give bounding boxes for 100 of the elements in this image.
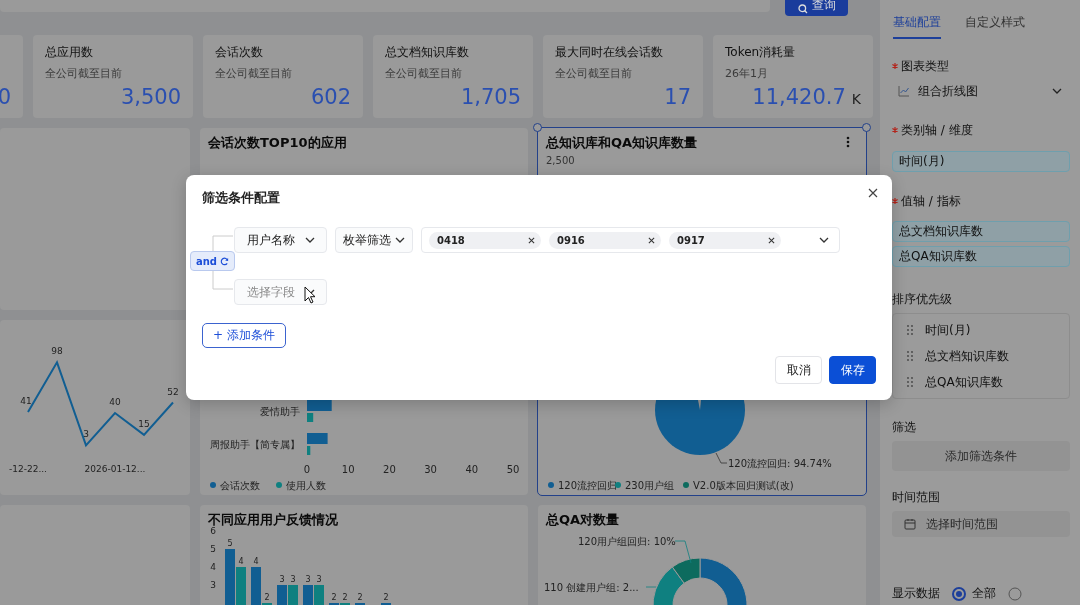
save-button[interactable]: 保存	[829, 356, 876, 384]
field-chip[interactable]: 总文档知识库数	[892, 221, 1070, 242]
field-select[interactable]: 选择字段	[234, 279, 327, 305]
legend-label: 会话次数	[220, 480, 260, 491]
chart-title: 不同应用用户反馈情况	[208, 511, 338, 527]
stat-value: 11,420.7	[752, 85, 846, 109]
legend-label: V2.0版本回归测试(改)	[693, 480, 794, 491]
data-label: 5	[227, 539, 233, 548]
tag-label: 0917	[677, 234, 705, 246]
section-label: 图表类型	[901, 57, 949, 75]
line-chart-icon	[898, 85, 910, 97]
chart-title: 总QA对数量	[546, 511, 620, 529]
axis-label: 3	[210, 580, 216, 590]
slice-label: 110 创建用户组: 2...	[544, 582, 639, 593]
stat-value: 1,705	[460, 85, 521, 109]
data-label: 98	[51, 346, 63, 357]
data-label: 3	[279, 575, 285, 584]
selection-handle[interactable]	[862, 123, 871, 132]
radio-button[interactable]	[952, 586, 966, 601]
query-button[interactable]: 查询	[785, 0, 848, 16]
calendar-icon	[904, 518, 916, 530]
selection-handle[interactable]	[533, 123, 542, 132]
axis-label: -12-22...	[9, 464, 47, 474]
sort-item[interactable]: 总文档知识库数	[925, 347, 1009, 365]
stat-value: 17	[664, 85, 691, 109]
stat-title: 最大同时在线会话数	[555, 44, 664, 61]
slice-label: 120流控回归: 94.74%	[728, 458, 832, 469]
data-label: 2	[357, 593, 363, 602]
axis-label: 2026-01-12...	[84, 464, 146, 474]
category-label: 周报助手【简专属】	[210, 439, 300, 450]
caret-icon	[304, 237, 315, 243]
chart-title: 会话次数TOP10的应用	[208, 134, 347, 152]
axis-label: 20	[383, 464, 396, 475]
data-label: 3	[316, 575, 322, 584]
axis-label: 50	[506, 464, 520, 475]
axis-label: 2,500	[546, 155, 575, 166]
remove-icon[interactable]	[648, 236, 655, 244]
stat-value: 3,500	[120, 85, 181, 109]
section-label: 时间范围	[892, 488, 940, 506]
stat-title: 总文档知识库数	[385, 44, 470, 61]
stat-subtitle: 全公司截至目前	[45, 66, 123, 81]
operator-select[interactable]: 枚举筛选	[335, 227, 413, 253]
data-label: 4	[238, 557, 244, 566]
add-filter-button[interactable]: 添加筛选条件	[892, 441, 1070, 471]
tag-label: 0916	[557, 234, 585, 246]
leader-line	[674, 540, 692, 564]
more-icon[interactable]	[846, 136, 850, 148]
dialog-title: 筛选条件配置	[202, 189, 280, 207]
search-icon	[797, 4, 808, 14]
leader-line	[715, 452, 728, 464]
data-label: 3	[83, 429, 89, 440]
field-select[interactable]: 用户名称	[234, 227, 327, 253]
date-range-field[interactable]: 选择时间范围	[892, 511, 1070, 537]
slice-label: 120用户组回归: 10%	[578, 536, 676, 547]
cancel-button[interactable]: 取消	[775, 356, 822, 384]
section-label: 显示数据	[892, 585, 940, 602]
remove-icon[interactable]	[768, 236, 775, 244]
radio-button[interactable]	[1008, 586, 1022, 601]
field-chip[interactable]: 总QA知识库数	[892, 246, 1070, 267]
data-label: 3	[290, 575, 296, 584]
axis-label: 5	[210, 544, 216, 554]
close-button[interactable]	[866, 186, 880, 200]
section-label: 排序优先级	[892, 290, 952, 308]
sort-item[interactable]: 总QA知识库数	[925, 373, 1003, 391]
section-label: 筛选	[892, 418, 916, 436]
radio-label: 全部	[972, 585, 996, 602]
legend-label: 230用户组	[625, 480, 675, 491]
stat-title: 总应用数	[45, 44, 94, 61]
field-chip[interactable]: 时间(月)	[892, 151, 1070, 172]
axis-label: 6	[210, 526, 216, 536]
section-label: 类别轴 / 维度	[901, 121, 973, 139]
axis-label: 10	[341, 464, 355, 475]
stat-subtitle: 全公司截至目前	[385, 66, 463, 81]
data-label: 2	[342, 593, 348, 602]
data-label: 2	[264, 593, 270, 602]
data-label: 4	[253, 557, 259, 566]
drag-handle-icon[interactable]	[907, 325, 913, 335]
add-condition-button[interactable]: + 添加条件	[202, 323, 286, 348]
drag-handle-icon[interactable]	[907, 351, 913, 361]
category-label: 爱情助手	[260, 406, 300, 417]
panel-tab[interactable]: 基础配置	[893, 14, 941, 39]
stat-subtitle: 全公司截至目前	[215, 66, 293, 81]
logic-toggle[interactable]: and	[190, 251, 236, 271]
data-label: 2	[331, 593, 337, 602]
tag-label: 0418	[437, 234, 465, 246]
remove-icon[interactable]	[528, 236, 535, 244]
panel-tab[interactable]: 自定义样式	[965, 14, 1025, 39]
data-label: 15	[138, 418, 150, 429]
value-multi-select[interactable]: 0418 0916 0917	[421, 227, 840, 253]
drag-handle-icon[interactable]	[907, 377, 913, 387]
data-label: 2	[383, 593, 389, 602]
data-label: 41	[20, 396, 32, 407]
axis-label: 40	[465, 464, 479, 475]
caret-icon	[819, 237, 829, 243]
mouse-cursor-icon	[304, 286, 316, 304]
sort-item[interactable]: 时间(月)	[925, 321, 971, 339]
caret-icon	[395, 237, 405, 243]
legend-label: 使用人数	[286, 480, 326, 491]
stat-title: Token消耗量	[725, 44, 797, 61]
chart-type-select[interactable]: 组合折线图	[892, 80, 1070, 102]
